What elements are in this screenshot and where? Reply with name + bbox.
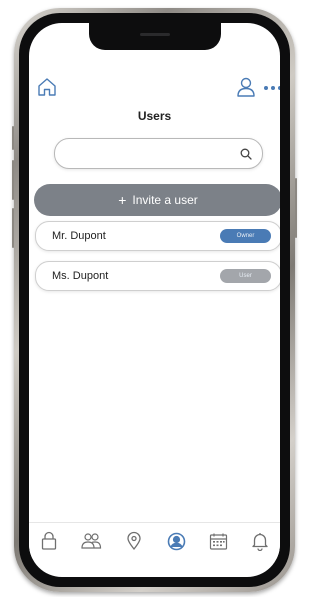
phone-bezel: Users + Invite a user Mr. Dupont Owner M… [19,13,290,587]
user-row-ms-dupont[interactable]: Ms. Dupont User [35,261,280,291]
app-screen: Users + Invite a user Mr. Dupont Owner M… [29,23,280,577]
nav-lock-icon[interactable] [37,530,61,552]
volume-up-button [12,160,14,200]
bottom-nav [29,522,280,559]
page-title: Users [137,109,172,123]
power-button [295,178,297,238]
volume-down-button [12,208,14,248]
nav-location-pin-icon[interactable] [122,530,146,552]
home-icon[interactable] [36,76,58,98]
nav-calendar-icon[interactable] [206,530,230,552]
invite-label: Invite a user [132,193,198,207]
nav-bell-icon[interactable] [248,530,272,552]
nav-user-circle-icon[interactable] [164,530,188,552]
search-icon[interactable] [240,148,252,160]
mute-switch [12,126,14,150]
search-bar[interactable] [54,138,263,170]
nav-group-icon[interactable] [79,530,103,552]
user-row-mr-dupont[interactable]: Mr. Dupont Owner [35,221,280,251]
phone-frame: Users + Invite a user Mr. Dupont Owner M… [12,8,297,592]
user-name: Mr. Dupont [52,230,106,242]
speaker-grille [139,33,170,36]
user-name: Ms. Dupont [52,270,109,282]
role-badge: Owner [220,229,271,243]
invite-user-button[interactable]: + Invite a user [34,184,280,216]
notch [88,23,221,50]
search-input[interactable] [69,139,243,170]
more-dots-icon[interactable] [263,85,280,91]
user-profile-icon[interactable] [236,76,256,98]
plus-icon: + [118,192,127,208]
role-badge: User [220,269,271,283]
